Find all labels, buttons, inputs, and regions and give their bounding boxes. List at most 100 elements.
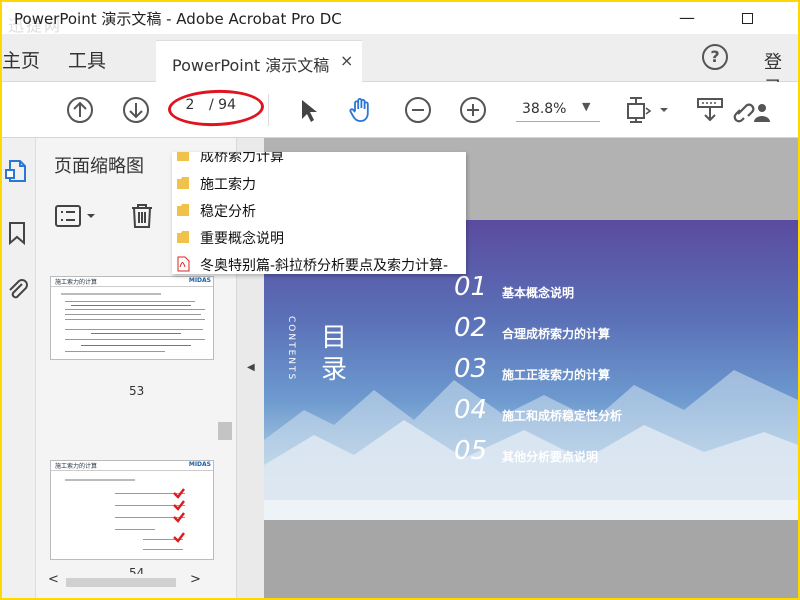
horizontal-scrollbar[interactable]: < > xyxy=(44,572,204,592)
share-link-icon[interactable] xyxy=(732,94,772,126)
tab-bar: 主页 工具 PowerPoint 演示文稿 × ? 登录 xyxy=(2,34,798,99)
scroll-left-icon[interactable]: < xyxy=(48,572,59,587)
close-tab-icon[interactable]: × xyxy=(340,51,353,70)
scroll-right-icon[interactable]: > xyxy=(190,572,201,587)
popup-item-label: 成桥索力计算 xyxy=(200,152,284,165)
vertical-scrollbar[interactable] xyxy=(216,268,232,578)
minimize-icon: — xyxy=(679,8,695,27)
hand-tool-icon[interactable] xyxy=(346,94,378,126)
trash-icon[interactable] xyxy=(128,202,156,230)
scroll-mode-icon[interactable] xyxy=(694,94,726,126)
folder-icon xyxy=(177,177,189,189)
horizontal-scroll-thumb[interactable] xyxy=(66,578,176,587)
folder-icon xyxy=(177,152,189,161)
toc-number: 01 xyxy=(454,272,488,302)
pdf-icon xyxy=(177,256,190,272)
maximize-button[interactable] xyxy=(724,6,770,30)
bookmark-icon[interactable] xyxy=(4,220,30,246)
toc-number: 05 xyxy=(454,436,488,466)
thumbnail-page-number: 53 xyxy=(129,384,145,398)
toc-number: 03 xyxy=(454,354,488,384)
toc-item: 04 施工和成桥稳定性分析 xyxy=(454,395,774,431)
toc-text: 合理成桥索力的计算 xyxy=(502,327,611,341)
next-page-icon[interactable] xyxy=(120,94,152,126)
select-cursor-icon[interactable] xyxy=(292,94,324,126)
slide-title: 目录 xyxy=(321,323,348,385)
contents-english-label: CONTENTS xyxy=(286,316,296,382)
popup-item-label: 重要概念说明 xyxy=(200,231,284,247)
thumbnail-options-icon[interactable] xyxy=(54,204,100,230)
thumb-header-text: 施工索力的计算 xyxy=(55,279,98,286)
thumb-text-line xyxy=(65,479,135,481)
toc-text: 施工和成桥稳定性分析 xyxy=(502,409,623,423)
thumb-header: 施工索力的计算 MIDAS xyxy=(51,461,213,471)
red-annotation-oval xyxy=(167,88,265,128)
toc-text: 其他分析要点说明 xyxy=(502,450,599,464)
window-title: PowerPoint 演示文稿 - Adobe Acrobat Pro DC xyxy=(14,10,342,28)
thumb-text-line xyxy=(115,529,155,530)
thumb-logo: MIDAS xyxy=(188,461,211,468)
folder-icon xyxy=(177,204,189,216)
zoom-in-icon[interactable] xyxy=(457,94,489,126)
toc-item: 03 施工正装索力的计算 xyxy=(454,354,774,390)
toc-number: 02 xyxy=(454,313,488,343)
help-icon[interactable]: ? xyxy=(702,44,728,70)
zoom-dropdown[interactable]: 38.8% ▼ xyxy=(516,100,600,122)
tab-home[interactable]: 主页 xyxy=(2,46,40,73)
thumb-text-line xyxy=(81,345,191,346)
thumb-text-line xyxy=(65,329,203,330)
tab-document[interactable]: PowerPoint 演示文稿 × xyxy=(156,40,362,82)
minimize-button[interactable]: — xyxy=(664,6,710,30)
thumb-header-text: 施工索力的计算 xyxy=(55,463,98,470)
thumb-text-line xyxy=(61,293,161,295)
thumb-text-line xyxy=(65,314,201,315)
popup-item[interactable]: 成桥索力计算 xyxy=(172,152,466,169)
tab-tools[interactable]: 工具 xyxy=(68,46,106,73)
previous-page-icon[interactable] xyxy=(64,94,96,126)
panel-title: 页面缩略图 xyxy=(54,156,144,177)
popup-item-label: 稳定分析 xyxy=(200,204,256,220)
file-dropdown-popup: 成桥索力计算 施工索力 稳定分析 重要概念说明 冬奥特别篇-斜拉桥分析要点及索力… xyxy=(172,152,466,274)
next-page-region xyxy=(264,520,798,598)
thumb-text-line xyxy=(65,309,205,310)
popup-item-label: 冬奥特别篇-斜拉桥分析要点及索力计算- xyxy=(200,258,449,274)
toc-number: 04 xyxy=(454,395,488,425)
popup-item[interactable]: 重要概念说明 xyxy=(172,224,466,251)
toolbar: 2/ 94 38.8% ▼ xyxy=(2,82,798,138)
thumb-text-line xyxy=(65,319,205,320)
document-tab-label: PowerPoint 演示文稿 xyxy=(172,56,330,75)
title-bar: 迅捷网 PowerPoint 演示文稿 - Adobe Acrobat Pro … xyxy=(2,2,798,35)
thumb-header: 施工索力的计算 MIDAS xyxy=(51,277,213,287)
toc-item: 01 基本概念说明 xyxy=(454,272,774,308)
toc-item: 02 合理成桥索力的计算 xyxy=(454,313,774,349)
thumb-text-line xyxy=(65,339,205,340)
thumb-text-line xyxy=(65,351,165,352)
page-thumbnails-icon[interactable] xyxy=(4,158,30,184)
popup-item[interactable]: 施工索力 xyxy=(172,170,466,197)
toolbar-divider xyxy=(268,94,269,126)
acrobat-window: 迅捷网 PowerPoint 演示文稿 - Adobe Acrobat Pro … xyxy=(2,2,798,598)
popup-item-label: 施工索力 xyxy=(200,177,256,193)
collapse-arrow-icon: ◀ xyxy=(247,362,255,373)
popup-item[interactable]: 稳定分析 xyxy=(172,197,466,224)
chevron-down-icon: ▼ xyxy=(582,100,591,113)
vertical-scroll-thumb[interactable] xyxy=(218,422,232,440)
zoom-value: 38.8% xyxy=(522,101,567,117)
toc-item: 05 其他分析要点说明 xyxy=(454,436,774,472)
folder-icon xyxy=(177,231,189,243)
thumb-text-line xyxy=(65,301,195,302)
thumb-logo: MIDAS xyxy=(188,277,211,284)
thumb-text-line xyxy=(71,305,191,306)
toc-text: 基本概念说明 xyxy=(502,286,575,300)
toc-text: 施工正装索力的计算 xyxy=(502,368,611,382)
thumb-text-line xyxy=(91,333,181,334)
page-thumbnail-53[interactable]: 施工索力的计算 MIDAS xyxy=(50,276,214,360)
zoom-out-icon[interactable] xyxy=(402,94,434,126)
attachment-icon[interactable] xyxy=(4,276,30,302)
left-icon-rail xyxy=(2,138,36,598)
fit-page-icon[interactable] xyxy=(624,94,672,126)
checkmark-icon xyxy=(173,488,185,543)
maximize-icon xyxy=(741,13,753,24)
page-thumbnail-54[interactable]: 施工索力的计算 MIDAS xyxy=(50,460,214,560)
popup-item[interactable]: 冬奥特别篇-斜拉桥分析要点及索力计算- xyxy=(172,251,466,274)
